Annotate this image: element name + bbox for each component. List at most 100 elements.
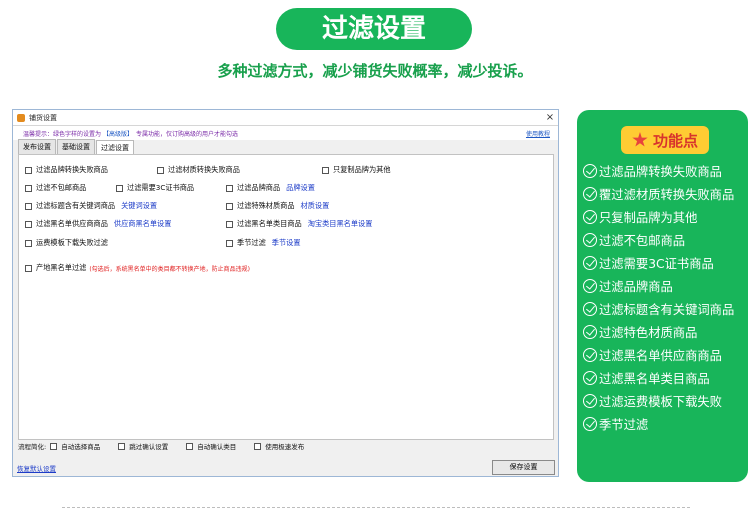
feature-label: 过滤黑名单供应商商品 (599, 349, 722, 363)
option-label: 过滤黑名单类目商品 (237, 219, 302, 228)
feature-item: 过滤黑名单类目商品 (583, 369, 710, 387)
season-settings-link[interactable]: 季节设置 (272, 238, 301, 248)
feature-label: 季节过滤 (599, 418, 649, 432)
feature-label: 覆过滤材质转换失败商品 (599, 188, 735, 202)
feature-label: 过滤品牌转换失败商品 (599, 165, 722, 179)
banner-title: 过滤设置 (276, 8, 472, 50)
feature-item: 过滤品牌商品 (583, 277, 673, 295)
feature-badge: 功能点 (621, 126, 709, 154)
feature-item: 过滤黑名单供应商商品 (583, 346, 722, 364)
taobao-category-link[interactable]: 淘宝类目黑名单设置 (308, 219, 373, 229)
checkbox[interactable] (226, 220, 233, 228)
checkbox[interactable] (186, 442, 194, 450)
flow-skip-confirm[interactable]: 跳过确认设置 (118, 441, 168, 451)
option-need-3c[interactable]: 过滤需要3C证书商品 (116, 183, 194, 193)
option-label: 过滤标题含有关键词商品 (36, 201, 116, 210)
divider (62, 507, 690, 508)
brand-settings-link[interactable]: 品牌设置 (286, 183, 315, 193)
checkbox[interactable] (226, 184, 233, 192)
keyword-settings-link[interactable]: 关键词设置 (121, 201, 157, 211)
restore-defaults-link[interactable]: 恢复默认设置 (17, 463, 56, 473)
option-label: 过滤黑名单供应商商品 (36, 219, 108, 228)
feature-item: 过滤不包邮商品 (583, 231, 685, 249)
flow-simplify-row: 流程简化: 自动选择商品 跳过确认设置 自动确认类目 使用极速发布 (18, 439, 554, 453)
tab-basic[interactable]: 基础设置 (57, 139, 95, 154)
feature-card: 功能点 过滤品牌转换失败商品 覆过滤材质转换失败商品 只复制品牌为其他 过滤不包… (577, 110, 748, 482)
option-label: 过滤品牌商品 (237, 183, 281, 192)
checkbox[interactable] (118, 442, 126, 450)
filter-panel: 过滤品牌转换失败商品 过滤材质转换失败商品 只复制品牌为其他 过滤不包邮商品 过… (18, 154, 554, 440)
check-circle-icon (583, 187, 597, 201)
flow-auto-select[interactable]: 自动选择商品 (50, 441, 100, 451)
feature-label: 过滤标题含有关键词商品 (599, 303, 735, 317)
flow-auto-category[interactable]: 自动确认类目 (186, 441, 236, 451)
option-blacklist-supplier[interactable]: 过滤黑名单供应商商品 供应商黑名单设置 (25, 219, 171, 229)
tip-suffix: 专属功能，仅订购高级的用户才能勾选 (136, 130, 239, 138)
option-label: 过滤需要3C证书商品 (127, 183, 195, 192)
feature-label: 只复制品牌为其他 (599, 211, 698, 225)
option-material-fail[interactable]: 过滤材质转换失败商品 (157, 165, 240, 175)
option-brand-goods[interactable]: 过滤品牌商品 品牌设置 (226, 183, 315, 193)
option-blacklist-category[interactable]: 过滤黑名单类目商品 淘宝类目黑名单设置 (226, 219, 372, 229)
checkbox[interactable] (25, 264, 32, 272)
window-footer: 恢复默认设置 保存设置 (13, 459, 558, 476)
option-label: 使用极速发布 (265, 443, 305, 451)
feature-item: 过滤运费模板下载失败 (583, 392, 722, 410)
app-icon (17, 113, 25, 122)
option-season[interactable]: 季节过滤 季节设置 (226, 238, 301, 248)
check-circle-icon (583, 348, 597, 362)
save-button[interactable]: 保存设置 (492, 460, 555, 475)
feature-label: 过滤黑名单类目商品 (599, 372, 710, 386)
feature-item: 过滤需要3C证书商品 (583, 254, 714, 272)
checkbox[interactable] (25, 202, 32, 210)
material-settings-link[interactable]: 材质设置 (301, 201, 330, 211)
option-brand-fail[interactable]: 过滤品牌转换失败商品 (25, 165, 108, 175)
tab-publish[interactable]: 发布设置 (18, 139, 56, 154)
checkbox[interactable] (254, 442, 262, 450)
feature-label: 过滤需要3C证书商品 (599, 257, 714, 271)
tab-filter[interactable]: 过滤设置 (96, 140, 134, 154)
tip-prefix: 温馨提示：绿色字样的设置为 (23, 130, 102, 138)
checkbox[interactable] (25, 239, 32, 247)
checkbox[interactable] (50, 442, 58, 450)
option-label: 过滤材质转换失败商品 (168, 165, 240, 174)
option-no-free-ship[interactable]: 过滤不包邮商品 (25, 183, 86, 193)
option-origin-blacklist[interactable]: 产地黑名单过滤 (勾选后，系统黑名单中的类目都不转换产地，防止商品违规) (25, 263, 250, 273)
option-label: 季节过滤 (237, 238, 266, 247)
option-label: 只复制品牌为其他 (333, 165, 391, 174)
checkbox[interactable] (226, 239, 233, 247)
feature-item: 过滤特色材质商品 (583, 323, 697, 341)
checkbox[interactable] (25, 220, 32, 228)
option-special-material[interactable]: 过滤特殊材质商品 材质设置 (226, 201, 329, 211)
checkbox[interactable] (25, 166, 32, 174)
checkbox[interactable] (157, 166, 164, 174)
option-label: 过滤不包邮商品 (36, 183, 87, 192)
supplier-blacklist-link[interactable]: 供应商黑名单设置 (114, 219, 172, 229)
option-label: 自动选择商品 (61, 443, 101, 451)
close-icon[interactable]: × (542, 112, 558, 123)
option-copy-brand-other[interactable]: 只复制品牌为其他 (322, 165, 391, 175)
checkbox[interactable] (322, 166, 329, 174)
feature-label: 过滤品牌商品 (599, 280, 673, 294)
check-circle-icon (583, 417, 597, 431)
feature-item: 过滤品牌转换失败商品 (583, 162, 722, 180)
check-circle-icon (583, 302, 597, 316)
option-freight-template[interactable]: 运费模板下载失败过滤 (25, 238, 108, 248)
checkbox[interactable] (25, 184, 32, 192)
feature-item: 只复制品牌为其他 (583, 208, 697, 226)
check-circle-icon (583, 164, 597, 178)
checkbox[interactable] (226, 202, 233, 210)
help-link[interactable]: 使用教程 (526, 129, 550, 138)
star-icon (632, 132, 648, 147)
feature-label: 过滤不包邮商品 (599, 234, 686, 248)
settings-window: 铺货设置 × 温馨提示：绿色字样的设置为 【高级版】 专属功能，仅订购高级的用户… (12, 109, 559, 477)
feature-item: 季节过滤 (583, 415, 648, 433)
flow-fast-publish[interactable]: 使用极速发布 (254, 441, 304, 451)
check-circle-icon (583, 325, 597, 339)
tab-bar: 发布设置 基础设置 过滤设置 (13, 139, 558, 154)
option-label: 产地黑名单过滤 (36, 263, 87, 272)
origin-note: (勾选后，系统黑名单中的类目都不转换产地，防止商品违规) (89, 265, 251, 273)
option-title-keywords[interactable]: 过滤标题含有关键词商品 关键词设置 (25, 201, 157, 211)
option-label: 自动确认类目 (197, 443, 237, 451)
checkbox[interactable] (116, 184, 123, 192)
